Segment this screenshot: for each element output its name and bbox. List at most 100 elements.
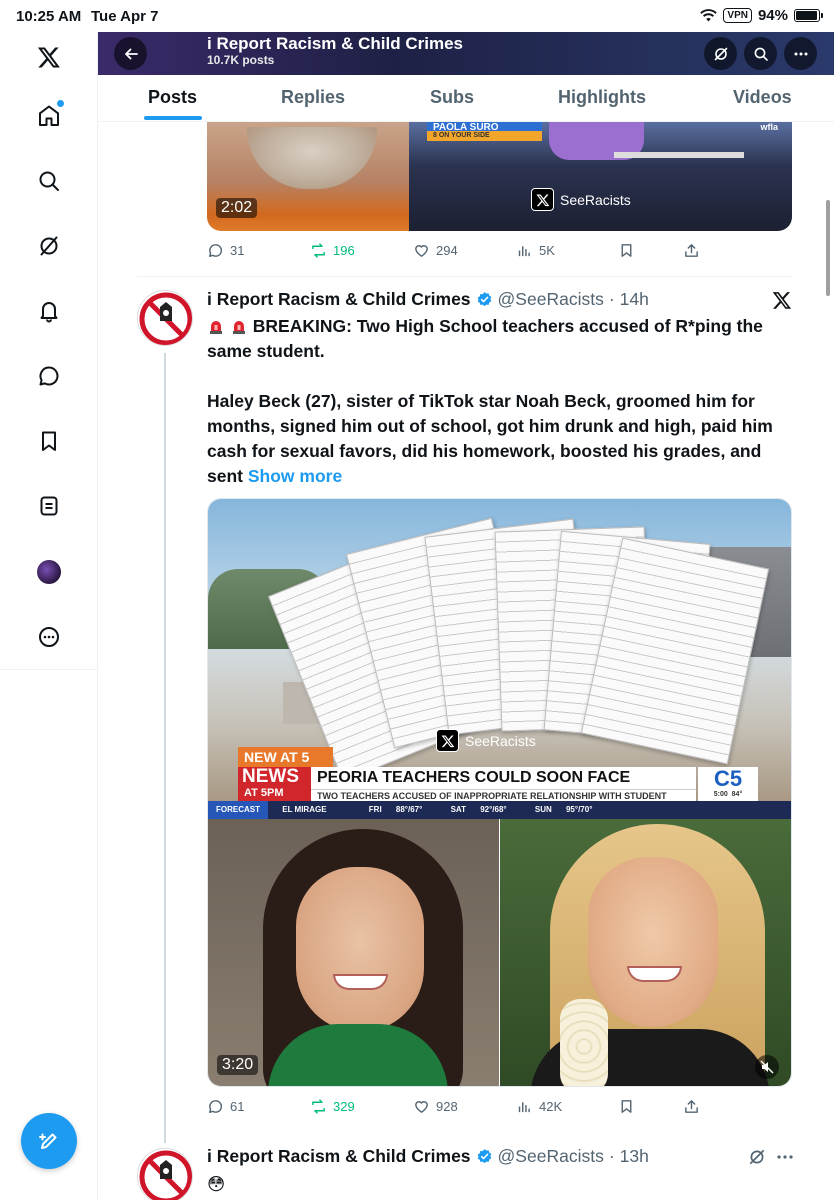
profile-avatar[interactable] — [36, 559, 62, 585]
compose-button[interactable] — [21, 1113, 77, 1169]
profile-tabs: Posts Replies Subs Highlights Videos — [98, 75, 834, 122]
dot-separator: · — [608, 289, 615, 309]
heart-icon — [415, 1101, 428, 1114]
reply-icon — [208, 244, 223, 258]
like-button[interactable]: 928 — [413, 1098, 458, 1115]
author-avatar[interactable] — [137, 1148, 193, 1200]
tweet-time[interactable]: 14h — [620, 289, 649, 310]
siren-icon — [232, 321, 245, 334]
repost-icon — [312, 243, 325, 258]
x-logo-icon — [772, 290, 792, 315]
video-frame-photo-left — [208, 819, 499, 1086]
siren-icon — [210, 321, 222, 334]
repost-button[interactable]: 329 — [310, 1098, 355, 1115]
heart-icon — [415, 245, 428, 258]
tab-subs[interactable]: Subs — [430, 87, 474, 108]
author-name[interactable]: i Report Racism & Child Crimes — [207, 1146, 471, 1167]
repost-icon — [312, 1099, 325, 1114]
verified-badge-icon — [477, 1149, 491, 1164]
home-icon[interactable] — [36, 100, 64, 129]
author-handle[interactable]: @SeeRacists — [498, 289, 604, 310]
show-more-link[interactable]: Show more — [248, 466, 342, 486]
video-frame-photo-right — [500, 819, 791, 1086]
thread-line — [164, 353, 166, 1143]
reply-icon — [208, 1100, 223, 1114]
tab-replies[interactable]: Replies — [281, 87, 345, 108]
x-logo-icon[interactable] — [36, 44, 62, 70]
status-date: Tue Apr 7 — [91, 8, 159, 25]
prev-tweet-actions: 31 196 294 5K — [207, 242, 792, 262]
video-duration: 3:20 — [217, 1055, 259, 1075]
search-icon — [754, 47, 768, 61]
bookmarks-icon[interactable] — [36, 428, 62, 454]
grok-icon[interactable] — [36, 233, 62, 259]
tweet-video[interactable]: SeeRacists NEW AT 5 NEWS AT 5PM PEORIA TE… — [207, 498, 792, 1087]
share-button[interactable] — [683, 242, 700, 259]
more-horizontal-icon[interactable] — [776, 1150, 794, 1169]
bookmark-icon — [621, 244, 632, 257]
search-icon[interactable] — [36, 168, 62, 194]
lists-icon[interactable] — [36, 493, 62, 519]
active-tab-indicator — [144, 116, 202, 120]
grok-icon — [714, 47, 727, 60]
views-icon — [518, 1102, 530, 1113]
muted-speaker-icon — [760, 1060, 774, 1074]
share-button[interactable] — [683, 1098, 700, 1115]
views-icon — [518, 246, 530, 257]
author-name[interactable]: i Report Racism & Child Crimes — [207, 289, 471, 310]
video-frame-right: PAOLA SURO 8 ON YOUR SIDE wfla SeeRacist… — [409, 122, 792, 231]
dot-separator: · — [608, 1146, 615, 1166]
left-nav — [0, 32, 98, 1200]
news-subhead: TWO TEACHERS ACCUSED OF INAPPROPRIATE RE… — [311, 789, 696, 801]
post-count: 10.7K posts — [207, 53, 275, 67]
mute-button[interactable] — [755, 1055, 779, 1079]
news-new-at: NEW AT 5 — [238, 747, 333, 767]
grok-button[interactable] — [704, 37, 737, 70]
tweet-text: 😳 — [207, 1174, 226, 1194]
share-icon — [685, 1100, 698, 1113]
video-frame-top: SeeRacists NEW AT 5 NEWS AT 5PM PEORIA TE… — [208, 499, 791, 819]
arrow-left-icon — [124, 48, 138, 59]
messages-icon[interactable] — [36, 363, 62, 389]
tweet-separator — [137, 276, 792, 277]
notifications-icon[interactable] — [36, 298, 62, 324]
scrollbar[interactable] — [826, 200, 830, 296]
grok-icon[interactable] — [748, 1148, 766, 1171]
x-logo-icon — [531, 188, 554, 211]
tweet-body: Haley Beck (27), sister of TikTok star N… — [207, 391, 773, 486]
views-button[interactable]: 42K — [516, 1098, 562, 1115]
more-options-button[interactable] — [784, 37, 817, 70]
reply-button[interactable]: 31 — [207, 242, 244, 259]
watermark: SeeRacists — [531, 188, 631, 211]
bookmark-icon — [621, 1100, 632, 1113]
bookmark-button[interactable] — [618, 242, 635, 259]
tv-lower-third-tag: 8 ON YOUR SIDE — [427, 131, 542, 141]
tab-videos[interactable]: Videos — [733, 87, 792, 108]
search-button[interactable] — [744, 37, 777, 70]
tab-highlights[interactable]: Highlights — [558, 87, 646, 108]
more-horizontal-icon — [794, 52, 807, 55]
wifi-icon — [700, 9, 718, 22]
reply-button[interactable]: 61 — [207, 1098, 244, 1115]
notification-dot — [57, 100, 64, 107]
repost-button[interactable]: 196 — [310, 242, 355, 259]
station-logo: wfla — [760, 122, 778, 132]
author-avatar[interactable] — [137, 290, 193, 346]
more-icon[interactable] — [36, 624, 62, 650]
tweet-time[interactable]: 13h — [620, 1146, 649, 1167]
tweet-header: i Report Racism & Child Crimes @SeeRacis… — [207, 1146, 649, 1167]
author-handle[interactable]: @SeeRacists — [498, 1146, 604, 1167]
compose-icon — [39, 1133, 57, 1149]
bookmark-button[interactable] — [618, 1098, 635, 1115]
nav-divider — [0, 669, 98, 670]
news-headline: PEORIA TEACHERS COULD SOON FACE CHARGES — [311, 767, 696, 808]
forecast-strip: FORECAST EL MIRAGE FRI 88°/67° SAT 92°/6… — [208, 801, 791, 819]
verified-badge-icon — [477, 292, 491, 307]
news-lower-third: NEW AT 5 NEWS AT 5PM PEORIA TEACHERS COUL… — [208, 747, 791, 819]
back-button[interactable] — [114, 37, 147, 70]
tab-posts[interactable]: Posts — [148, 87, 197, 108]
like-button[interactable]: 294 — [413, 242, 458, 259]
page-title: i Report Racism & Child Crimes — [207, 34, 464, 53]
views-button[interactable]: 5K — [516, 242, 555, 259]
prev-tweet-video[interactable]: PAOLA SURO 8 ON YOUR SIDE wfla SeeRacist… — [207, 122, 792, 231]
